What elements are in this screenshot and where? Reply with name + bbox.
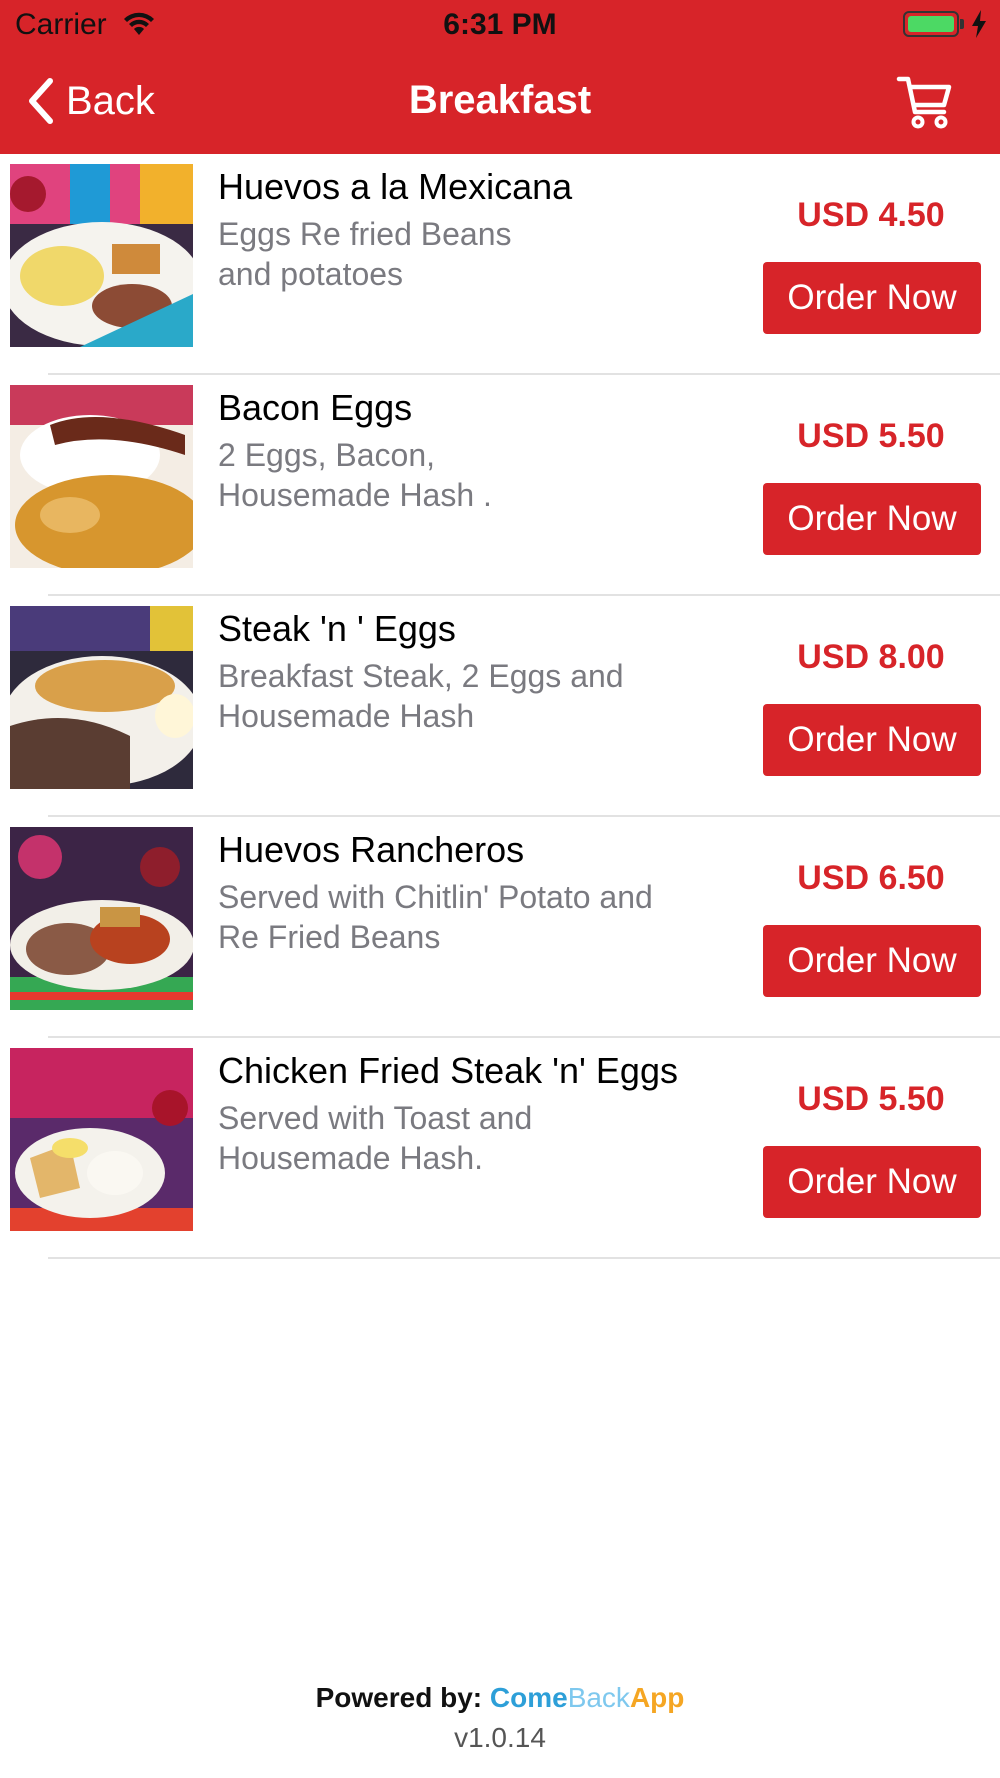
item-price: USD 4.50	[797, 196, 945, 234]
clock: 6:31 PM	[443, 8, 557, 41]
page-title: Breakfast	[408, 78, 592, 122]
item-name: Huevos Rancheros	[218, 829, 525, 870]
item-name: Steak 'n ' Eggs	[218, 608, 456, 649]
food-photo	[10, 827, 193, 1010]
food-photo	[10, 1048, 193, 1231]
item-name: Chicken Fried Steak 'n' Eggs	[218, 1050, 678, 1091]
powered-by-label: Powered by:	[315, 1682, 483, 1713]
menu-item-row[interactable]: Chicken Fried Steak 'n' Eggs Served with…	[0, 1038, 1000, 1259]
food-photo	[10, 385, 193, 568]
header: Carrier 6:31 PM Back Breakfast	[0, 0, 1000, 154]
navigation-bar: Back Breakfast	[0, 50, 1000, 154]
app-version: v1.0.14	[454, 1722, 546, 1753]
order-now-button[interactable]: Order Now	[763, 262, 981, 334]
item-price: USD 5.50	[797, 417, 945, 455]
status-bar: Carrier 6:31 PM	[0, 0, 1000, 50]
item-description: Served with Toast and Housemade Hash.	[218, 1100, 533, 1176]
item-price: USD 8.00	[797, 638, 945, 676]
order-now-button[interactable]: Order Now	[763, 483, 981, 555]
food-photo	[10, 606, 193, 789]
brand-logo[interactable]: ComeBackApp	[490, 1682, 684, 1713]
menu-item-row[interactable]: Huevos Rancheros Served with Chitlin' Po…	[0, 817, 1000, 1038]
order-now-button[interactable]: Order Now	[763, 1146, 981, 1218]
item-description: Served with Chitlin' Potato and Re Fried …	[218, 879, 653, 955]
item-name: Bacon Eggs	[218, 387, 413, 428]
footer: Powered by: ComeBackApp v1.0.14	[0, 1682, 1000, 1754]
battery-icon	[903, 11, 959, 37]
item-description: 2 Eggs, Bacon, Housemade Hash .	[218, 437, 492, 513]
item-price: USD 5.50	[797, 1080, 945, 1118]
menu-item-row[interactable]: Huevos a la Mexicana Eggs Re fried Beans…	[0, 154, 1000, 375]
powered-by-line: Powered by: ComeBackApp	[0, 1682, 1000, 1714]
order-now-button[interactable]: Order Now	[763, 925, 981, 997]
brand-part: Back	[567, 1682, 630, 1713]
order-now-button[interactable]: Order Now	[763, 704, 981, 776]
row-divider	[48, 1257, 1000, 1259]
item-description: Breakfast Steak, 2 Eggs and Housemade Has…	[218, 658, 624, 734]
charging-bolt-icon	[972, 10, 986, 38]
shopping-cart-icon[interactable]	[896, 72, 954, 130]
item-price: USD 6.50	[797, 859, 945, 897]
brand-part: App	[629, 1682, 685, 1713]
item-name: Huevos a la Mexicana	[218, 166, 573, 207]
food-photo	[10, 164, 193, 347]
battery-cap	[960, 19, 964, 29]
menu-item-row[interactable]: Steak 'n ' Eggs Breakfast Steak, 2 Eggs …	[0, 596, 1000, 817]
menu-list: Huevos a la Mexicana Eggs Re fried Beans…	[0, 154, 1000, 1259]
menu-item-row[interactable]: Bacon Eggs 2 Eggs, Bacon, Housemade Hash …	[0, 375, 1000, 596]
brand-part: Come	[489, 1682, 568, 1713]
item-description: Eggs Re fried Beans and potatoes	[218, 216, 512, 292]
